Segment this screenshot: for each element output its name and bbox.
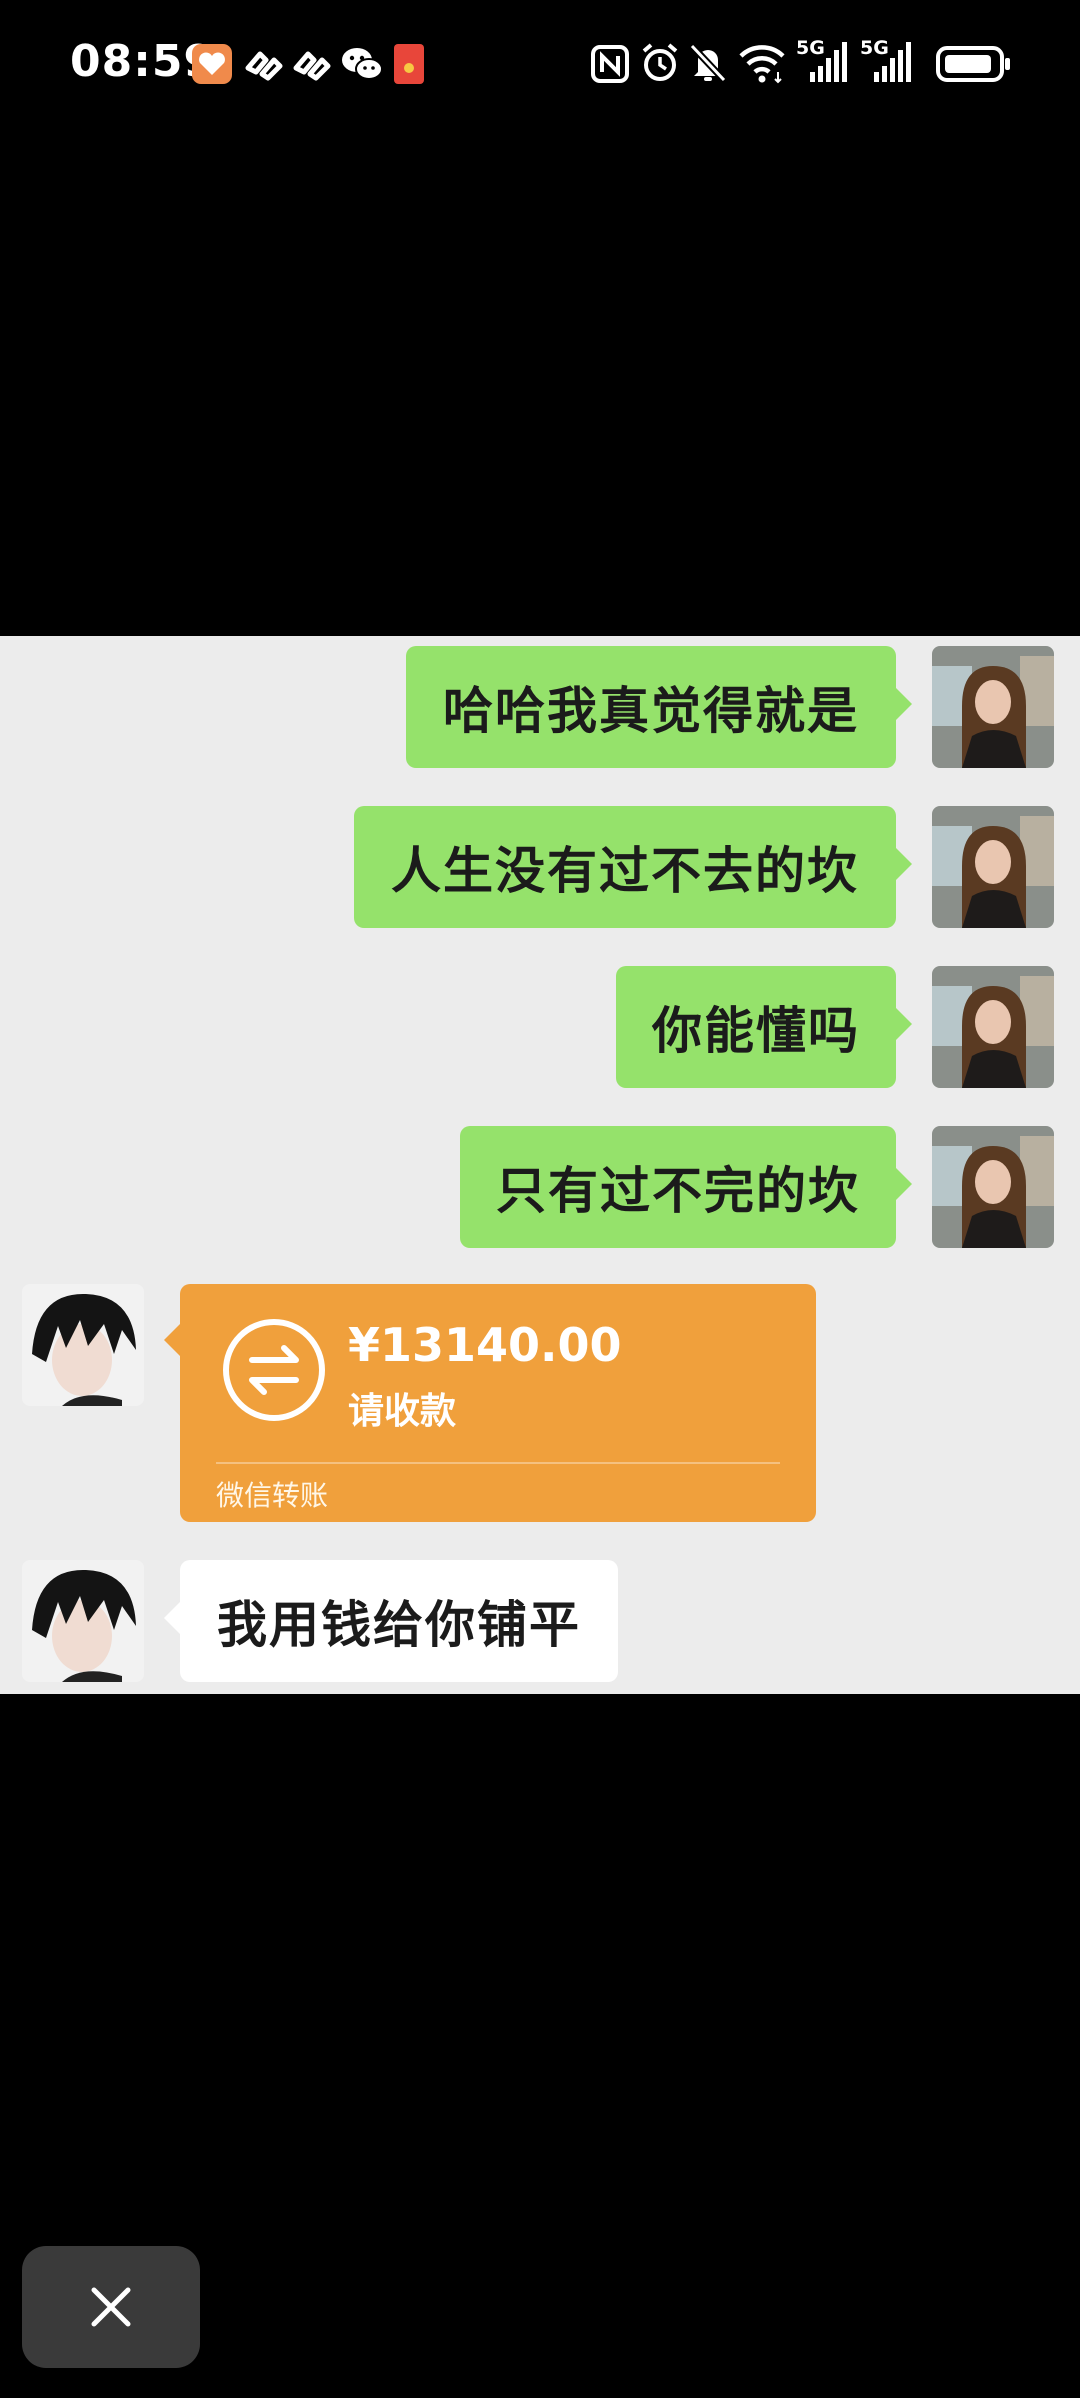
message-text: 哈哈我真觉得就是: [443, 682, 859, 740]
sent-message-bubble: 人生没有过不去的坎: [354, 806, 912, 928]
message-text: 我用钱给你铺平: [217, 1596, 581, 1654]
transfer-action: 请收款: [348, 1391, 457, 1432]
female-avatar-image: [932, 806, 1054, 928]
female-avatar-image: [932, 646, 1054, 768]
avatar: [932, 1126, 1054, 1248]
heart-app-icon: [192, 44, 232, 84]
signal-icon: 5G: [796, 36, 850, 86]
female-avatar-image: [932, 1126, 1054, 1248]
transfer-card[interactable]: ¥13140.00 请收款 微信转账: [164, 1284, 816, 1522]
message-text: 只有过不完的坎: [496, 1162, 860, 1220]
divider: [216, 1462, 780, 1464]
network-label-2: 5G: [860, 37, 889, 59]
sent-message-bubble: 你能懂吗: [616, 966, 912, 1088]
alarm-icon: [640, 42, 680, 84]
message-text: 人生没有过不去的坎: [391, 842, 859, 900]
red-packet-icon: [394, 44, 424, 84]
male-avatar-image: [22, 1284, 144, 1406]
wifi-icon: [738, 42, 788, 84]
status-bar: 08:59 5G 5G: [0, 0, 1080, 130]
avatar: [22, 1284, 144, 1406]
avatar: [932, 966, 1054, 1088]
message-text: 你能懂吗: [652, 1002, 860, 1060]
avatar: [22, 1560, 144, 1682]
transfer-icon: [223, 1319, 325, 1421]
avatar: [932, 646, 1054, 768]
mute-icon: [688, 42, 728, 84]
close-icon: [91, 2287, 131, 2327]
avatar: [932, 806, 1054, 928]
chat-screenshot: 哈哈我真觉得就是 人生没有过不去的坎 你能懂吗 只有过不完的坎 ¥13140.0…: [0, 636, 1080, 1694]
sent-message-bubble: 哈哈我真觉得就是: [406, 646, 912, 768]
battery-icon: [936, 46, 1012, 82]
screen: 08:59 5G 5G 哈哈我真觉得就是 人生没有过不去的坎 你能懂吗 只有过不…: [0, 0, 1080, 2398]
transfer-footer: 微信转账: [216, 1479, 329, 1512]
female-avatar-image: [932, 966, 1054, 1088]
link-app-icon: [292, 46, 332, 82]
nfc-icon: [590, 44, 630, 84]
sent-message-bubble: 只有过不完的坎: [460, 1126, 912, 1248]
male-avatar-image: [22, 1560, 144, 1682]
signal-icon: 5G: [860, 36, 914, 86]
wechat-icon: [340, 44, 384, 84]
link-app-icon: [244, 46, 284, 82]
close-button[interactable]: [22, 2246, 200, 2368]
transfer-amount: ¥13140.00: [348, 1318, 622, 1372]
received-message-bubble: 我用钱给你铺平: [164, 1560, 618, 1682]
network-label-1: 5G: [796, 37, 825, 59]
